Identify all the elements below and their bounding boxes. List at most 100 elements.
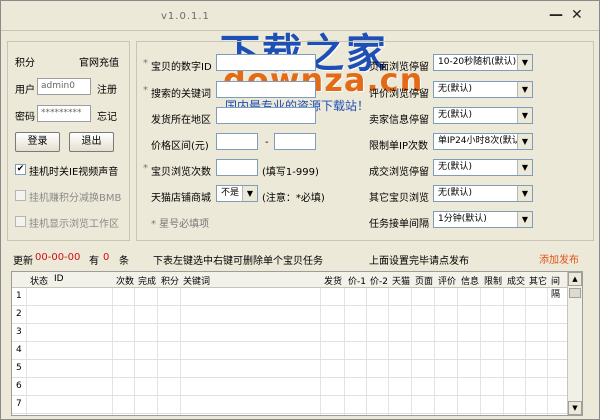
table-row[interactable]: 6 [12, 378, 568, 396]
row-number: 5 [16, 363, 22, 373]
table-row[interactable]: 4 [12, 342, 568, 360]
password-label: 密码 [15, 112, 35, 123]
scroll-down-arrow-icon[interactable]: ▼ [568, 401, 582, 415]
setting-value-seller-stay: 无(默认) [438, 110, 473, 120]
tmall-hint: (注意：*必填) [262, 193, 325, 204]
username-input[interactable]: admin0 [37, 78, 91, 95]
column-header[interactable]: ID [54, 274, 64, 284]
setting-select-review-stay[interactable]: 无(默认) ▼ [433, 81, 533, 98]
table-header: 状态 ID 次数 完成 积分 关键词 发货 价-1 价-2 天猫 页面 评价 信… [12, 272, 568, 300]
required-star: * [143, 85, 148, 96]
column-header[interactable]: 页面 [415, 274, 433, 287]
location-label: 发货所在地区 [151, 115, 211, 126]
keyword-input[interactable] [216, 81, 316, 98]
dropdown-arrow-icon: ▼ [517, 134, 532, 149]
publish-hint: 上面设置完毕请点发布 [369, 256, 469, 267]
table-hint: 下表左键选中右键可删除单个宝贝任务 [153, 256, 323, 267]
column-header[interactable]: 关键词 [183, 274, 210, 287]
row-number: 6 [16, 381, 22, 391]
setting-value-review-stay: 无(默认) [438, 84, 473, 94]
scroll-thumb[interactable] [569, 288, 581, 298]
setting-label-page-stay: 页面浏览停留 [369, 62, 429, 73]
keyword-label: 搜索的关键词 [151, 89, 211, 100]
task-table[interactable]: 状态 ID 次数 完成 积分 关键词 发货 价-1 价-2 天猫 页面 评价 信… [11, 271, 583, 416]
column-header[interactable]: 其它 [529, 274, 547, 287]
column-header[interactable]: 次数 [116, 274, 134, 287]
setting-select-page-stay[interactable]: 10-20秒随机(默认) ▼ [433, 54, 533, 71]
setting-value-task-interval: 1分钟(默认) [438, 214, 487, 224]
setting-label-task-interval: 任务接单间隔 [369, 219, 429, 230]
dropdown-arrow-icon: ▼ [517, 55, 532, 70]
vertical-scrollbar[interactable]: ▲ ▼ [567, 272, 582, 415]
row-number: 4 [16, 345, 22, 355]
update-time: 00-00-00 [35, 252, 81, 263]
tmall-label: 天猫店铺商城 [151, 193, 211, 204]
setting-value-other-browse: 无(默认) [438, 188, 473, 198]
table-row[interactable]: 3 [12, 324, 568, 342]
browse-count-hint: (填写1-999) [262, 167, 319, 178]
browse-count-label: 宝贝浏览次数 [151, 167, 211, 178]
mute-ie-checkbox[interactable]: ✔ [15, 164, 26, 175]
product-id-label: 宝贝的数字ID [151, 62, 212, 73]
add-publish-button[interactable]: 添加发布 [539, 251, 579, 266]
password-input[interactable]: ********* [37, 105, 91, 122]
column-header[interactable]: 价-1 [348, 274, 366, 287]
price-min-input[interactable] [216, 133, 258, 150]
product-id-input[interactable] [216, 54, 316, 71]
has-label: 有 [89, 256, 99, 267]
column-header[interactable]: 状态 [30, 274, 48, 287]
row-number: 3 [16, 327, 22, 337]
minimize-button[interactable]: — [549, 7, 563, 23]
login-button[interactable]: 登录 [15, 132, 60, 152]
column-header[interactable]: 信息 [461, 274, 479, 287]
earn-points-checkbox[interactable] [15, 190, 26, 201]
tmall-select[interactable]: 不是 ▼ [216, 185, 258, 202]
setting-label-seller-stay: 卖家信息停留 [369, 115, 429, 126]
setting-value-ip-limit: 单IP24小时8次(默认) [438, 136, 525, 146]
column-header[interactable]: 积分 [161, 274, 179, 287]
column-header[interactable]: 成交 [507, 274, 525, 287]
scroll-up-arrow-icon[interactable]: ▲ [568, 272, 582, 286]
column-header[interactable]: 发货 [324, 274, 342, 287]
location-input[interactable] [216, 107, 316, 124]
column-header[interactable]: 限制 [484, 274, 502, 287]
price-range-label: 价格区间(元) [151, 141, 209, 152]
dropdown-arrow-icon: ▼ [517, 108, 532, 123]
row-number: 1 [16, 291, 22, 301]
dropdown-arrow-icon: ▼ [517, 160, 532, 175]
row-number: 2 [16, 309, 22, 319]
dropdown-arrow-icon: ▼ [517, 212, 532, 227]
browse-count-input[interactable] [216, 159, 258, 176]
register-link[interactable]: 注册 [97, 81, 117, 96]
column-header[interactable]: 完成 [138, 274, 156, 287]
setting-select-deal-stay[interactable]: 无(默认) ▼ [433, 159, 533, 176]
row-number: 7 [16, 399, 22, 409]
required-star: * [143, 163, 148, 174]
task-count: 0 [103, 252, 110, 263]
setting-select-other-browse[interactable]: 无(默认) ▼ [433, 185, 533, 202]
setting-value-page-stay: 10-20秒随机(默认) [438, 57, 517, 67]
column-header[interactable]: 评价 [438, 274, 456, 287]
table-row[interactable]: 7 [12, 396, 568, 414]
price-max-input[interactable] [274, 133, 316, 150]
table-row[interactable]: 2 [12, 306, 568, 324]
setting-select-ip-limit[interactable]: 单IP24小时8次(默认) ▼ [433, 133, 533, 150]
price-dash: - [265, 137, 269, 148]
forgot-link[interactable]: 忘记 [97, 108, 117, 123]
setting-select-seller-stay[interactable]: 无(默认) ▼ [433, 107, 533, 124]
table-row[interactable]: 5 [12, 360, 568, 378]
required-note: * 星号必填项 [151, 219, 210, 230]
setting-value-deal-stay: 无(默认) [438, 162, 473, 172]
task-count-unit: 条 [119, 256, 129, 267]
table-row[interactable]: 1 [12, 288, 568, 306]
tmall-select-value: 不是 [221, 188, 240, 198]
required-star: * [143, 58, 148, 69]
column-header[interactable]: 价-2 [370, 274, 388, 287]
recharge-link[interactable]: 官网充值 [79, 54, 119, 69]
logout-button[interactable]: 退出 [69, 132, 114, 152]
show-workspace-checkbox[interactable] [15, 216, 26, 227]
main-window: v1.0.1.1 — ✕ 下载之家 downza.cn 国内最专业的资源下载站！… [0, 0, 600, 420]
column-header[interactable]: 天猫 [392, 274, 410, 287]
setting-select-task-interval[interactable]: 1分钟(默认) ▼ [433, 211, 533, 228]
close-button[interactable]: ✕ [571, 7, 583, 23]
